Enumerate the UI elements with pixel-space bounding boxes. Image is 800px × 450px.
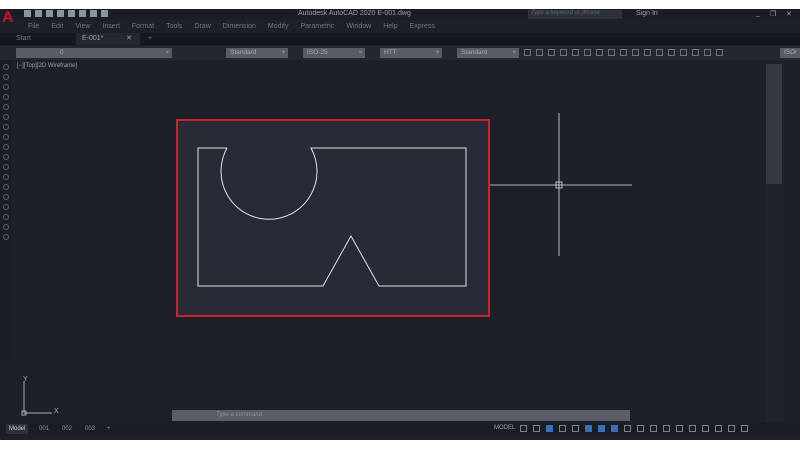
quick-properties-icon[interactable] (702, 425, 709, 432)
ucs-x-label: X (54, 408, 59, 415)
osnap-icon[interactable] (598, 425, 605, 432)
ucs-icon: Y X (18, 376, 68, 421)
command-line-input[interactable]: Type a command (172, 410, 630, 421)
layout-tab-001[interactable]: 001 (36, 424, 52, 434)
status-toggles (520, 425, 748, 432)
ortho-icon[interactable] (546, 425, 553, 432)
add-layout-button[interactable]: + (104, 424, 114, 434)
layout-tab-002[interactable]: 002 (59, 424, 75, 434)
fullscreen-icon[interactable] (728, 425, 735, 432)
units-icon[interactable] (689, 425, 696, 432)
customize-menu-icon[interactable] (741, 425, 748, 432)
layout-tab-003[interactable]: 003 (82, 424, 98, 434)
isolate-icon[interactable] (715, 425, 722, 432)
grid-icon[interactable] (520, 425, 527, 432)
scale-icon[interactable] (650, 425, 657, 432)
status-bar: Model 001 002 003 + MODEL (0, 423, 800, 435)
isodraft-icon[interactable] (572, 425, 579, 432)
auto-scale-icon[interactable] (637, 425, 644, 432)
model-space-button[interactable]: MODEL (494, 425, 515, 431)
annotation-monitor-icon[interactable] (676, 425, 683, 432)
polar-icon[interactable] (559, 425, 566, 432)
workspace-gear-icon[interactable] (663, 425, 670, 432)
autocad-window: A Autodesk AutoCAD 2020 E-001.dwg Type a… (0, 9, 800, 440)
annotation-scale-icon[interactable] (611, 425, 618, 432)
annotation-visibility-icon[interactable] (624, 425, 631, 432)
object-snap-tracking-icon[interactable] (585, 425, 592, 432)
snap-icon[interactable] (533, 425, 540, 432)
layout-tab-model[interactable]: Model (6, 424, 29, 434)
selection-window (176, 119, 490, 317)
ucs-y-label: Y (23, 376, 28, 383)
drawing-canvas (176, 113, 632, 317)
